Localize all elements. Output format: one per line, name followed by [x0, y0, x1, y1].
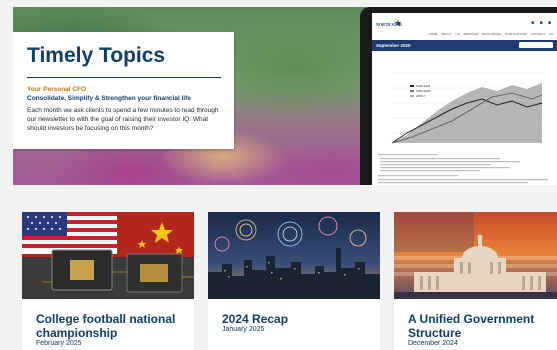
phone-mockup: NORTH STAR ★ ■ ■ ■ HOME ABOUT US SERVICE… — [360, 7, 557, 185]
hero-subtitle-secondary: Consolidate, Simplify & Strengthen your … — [27, 95, 191, 102]
legend-label: 1929-1942 — [416, 84, 431, 88]
hero-banner: Timely Topics Your Personal CFO Consolid… — [13, 7, 557, 185]
newsletter-preview: NORTH STAR ★ ■ ■ ■ HOME ABOUT US SERVICE… — [372, 13, 557, 185]
card-image-capitol[interactable] — [394, 212, 557, 299]
newsletter-text-lines — [378, 154, 548, 184]
article-card[interactable]: A Unified Government Structure December … — [394, 212, 557, 350]
card-date: December 2024 — [408, 340, 458, 347]
card-title[interactable]: College football national championship — [36, 312, 186, 340]
card-image-us-china-chips[interactable] — [22, 212, 194, 299]
article-card[interactable]: College football national championship F… — [22, 212, 194, 350]
star-logo-icon: ★ — [394, 18, 403, 28]
card-title[interactable]: A Unified Government Structure — [408, 312, 557, 340]
social-icons: ■ ■ ■ — [531, 20, 553, 26]
hero-card: Timely Topics Your Personal CFO Consolid… — [13, 32, 234, 149]
card-date: February 2025 — [36, 340, 82, 347]
card-image-fireworks-city[interactable] — [208, 212, 380, 299]
card-title[interactable]: 2024 Recap — [222, 312, 372, 326]
newsletter-button — [519, 42, 553, 48]
hero-subtitle-primary: Your Personal CFO — [27, 86, 87, 93]
newsletter-chart: 1929-1942 1982-2000 2000-? — [382, 63, 547, 148]
article-card[interactable]: 2024 Recap January 2025 — [208, 212, 380, 350]
legend-label: 2000-? — [416, 94, 426, 98]
card-date: January 2025 — [222, 326, 265, 333]
legend-label: 1982-2000 — [416, 89, 431, 93]
hero-description: Each month we ask clients to spend a few… — [27, 107, 219, 132]
newsletter-nav: HOME ABOUT US SERVICES RESOURCES PUBLICA… — [428, 32, 553, 36]
newsletter-month-title: September 2020 — [376, 43, 411, 48]
page-title: Timely Topics — [27, 44, 166, 67]
title-divider — [27, 77, 221, 78]
